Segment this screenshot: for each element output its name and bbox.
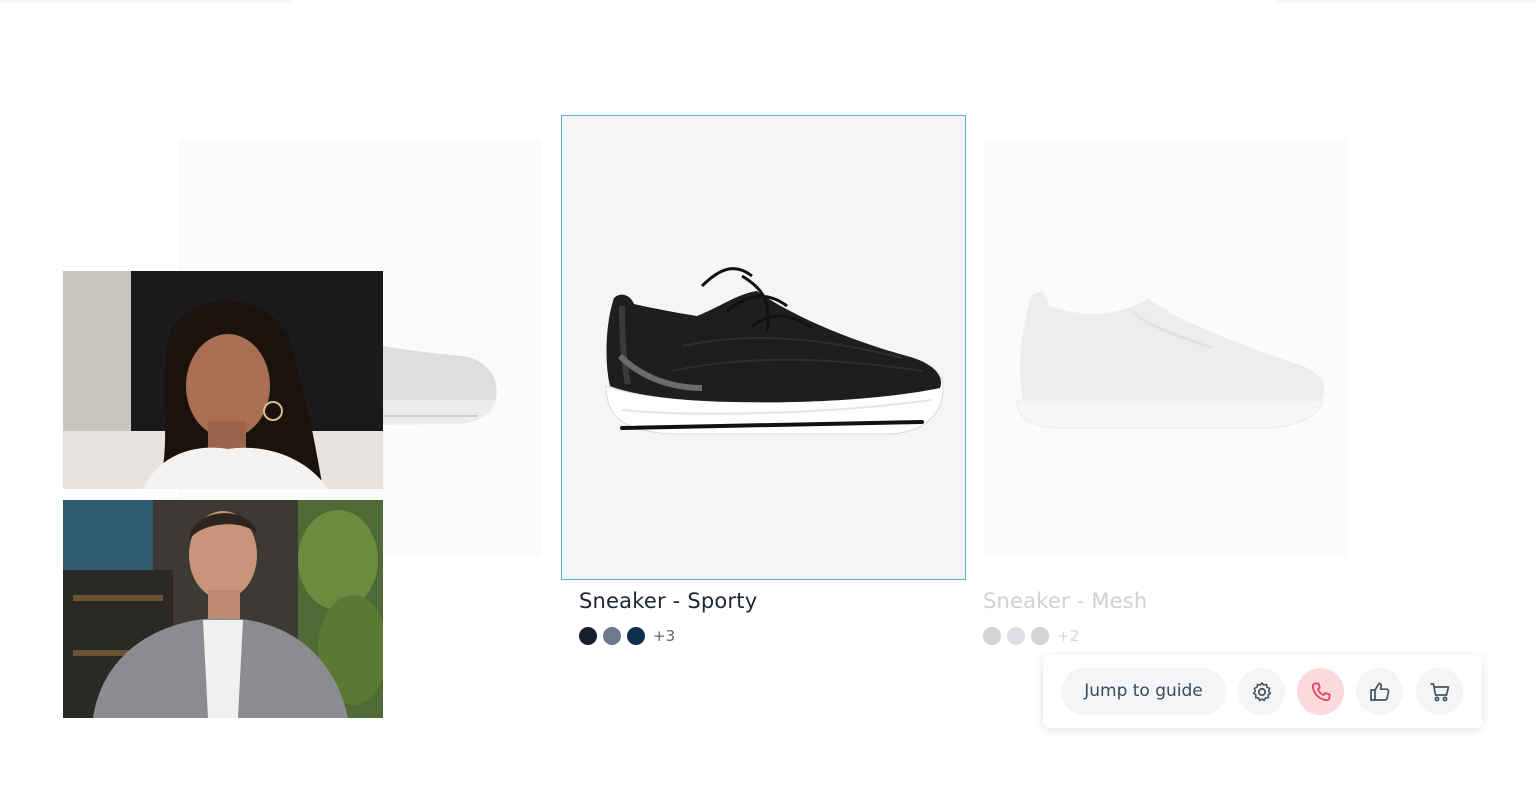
top-edge-fade-left [0, 0, 290, 4]
top-edge-fade-right [1275, 0, 1536, 4]
video-tile-customer [63, 500, 383, 718]
color-swatch[interactable] [983, 627, 1001, 645]
participant-video-guide [63, 271, 383, 489]
color-swatches-mesh: +2 [983, 627, 1079, 645]
more-colors-count: +3 [653, 627, 676, 645]
product-name-mesh[interactable]: Sneaker - Mesh [983, 589, 1147, 613]
call-action-bar: Jump to guide [1043, 655, 1482, 728]
thumbs-up-icon [1369, 682, 1389, 701]
color-swatch[interactable] [1031, 627, 1049, 645]
participant-video-customer [63, 500, 383, 718]
sneaker-image-sporty [605, 267, 944, 435]
phone-icon [1311, 682, 1330, 701]
color-swatch[interactable] [1007, 627, 1025, 645]
color-swatches-sporty: +3 [579, 627, 675, 645]
cart-icon [1430, 682, 1449, 701]
color-swatch[interactable] [579, 627, 597, 645]
color-swatch[interactable] [627, 627, 645, 645]
gear-icon [1252, 681, 1271, 701]
product-card-next[interactable] [983, 138, 1349, 558]
product-card-selected[interactable] [561, 115, 966, 580]
settings-button[interactable] [1238, 668, 1285, 715]
more-colors-count: +2 [1057, 627, 1080, 645]
like-button[interactable] [1356, 668, 1403, 715]
video-tile-guide [63, 271, 383, 489]
sneaker-image-mesh-faded [1016, 291, 1324, 429]
jump-to-guide-button[interactable]: Jump to guide [1061, 668, 1226, 715]
color-swatch[interactable] [603, 627, 621, 645]
cart-button[interactable] [1416, 668, 1463, 715]
product-showcase-stage: Sneaker - Sporty Sneaker - Mesh +3 +2 Ju… [0, 0, 1536, 786]
end-call-button[interactable] [1297, 668, 1344, 715]
product-name-sporty[interactable]: Sneaker - Sporty [579, 589, 757, 613]
